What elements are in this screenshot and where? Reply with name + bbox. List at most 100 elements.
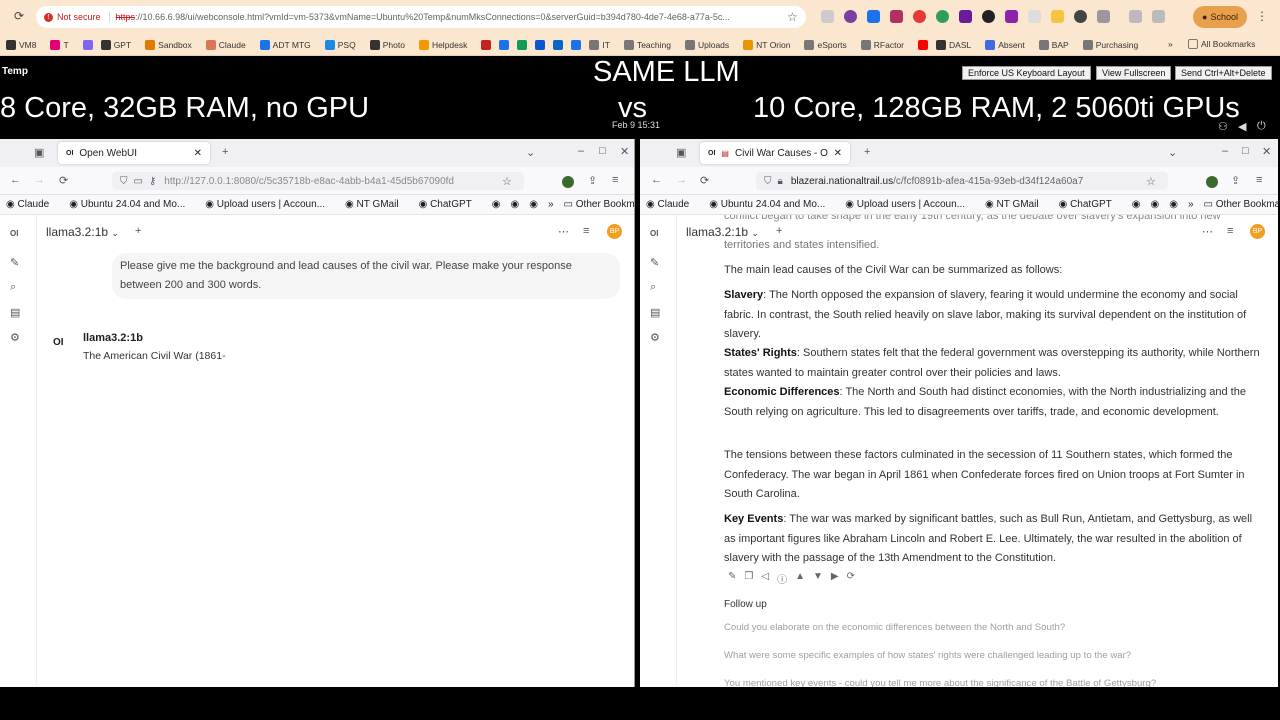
close-icon[interactable]: ✕ bbox=[834, 148, 842, 159]
bookmark-item[interactable] bbox=[499, 39, 510, 50]
globe-icon[interactable]: ◉ bbox=[1151, 199, 1160, 210]
bookmark-item[interactable]: ◉ Ubuntu 24.04 and Mo... bbox=[709, 199, 835, 210]
controls-icon[interactable]: ≡ bbox=[583, 225, 589, 237]
bookmark-item[interactable]: ◉ ChatGPT bbox=[1059, 199, 1122, 210]
back-icon[interactable]: ← bbox=[651, 174, 662, 186]
star-icon[interactable]: ☆ bbox=[1146, 175, 1156, 188]
new-tab-icon[interactable]: + bbox=[222, 146, 228, 158]
guest-clock[interactable]: Feb 9 15:31 bbox=[612, 120, 660, 130]
new-tab-icon[interactable]: + bbox=[864, 146, 870, 158]
model-selector[interactable]: llama3.2:1b ⌄ bbox=[46, 225, 119, 239]
thumbs-up-icon[interactable]: ▲ bbox=[795, 571, 805, 586]
follow-up-item[interactable]: You mentioned key events - could you tel… bbox=[724, 678, 1156, 687]
screenshot-icon[interactable] bbox=[1152, 10, 1165, 23]
bookmark-item[interactable]: Teaching bbox=[623, 39, 671, 50]
notes-icon[interactable]: ▤ bbox=[10, 306, 20, 319]
extension-icon[interactable] bbox=[913, 10, 926, 23]
extension-icon[interactable] bbox=[1028, 10, 1041, 23]
star-icon[interactable]: ☆ bbox=[502, 175, 512, 188]
workspace-icon[interactable]: ⚙ bbox=[650, 331, 660, 344]
copy-icon[interactable]: ❐ bbox=[744, 571, 753, 586]
bookmark-item[interactable]: ◉ ChatGPT bbox=[419, 199, 482, 210]
other-bookmarks[interactable]: ▭ Other Bookmarks bbox=[564, 199, 634, 210]
bookmark-item[interactable]: Purchasing bbox=[1082, 39, 1138, 50]
bookmark-item[interactable] bbox=[481, 39, 492, 50]
menu-icon[interactable]: ≡ bbox=[612, 174, 618, 186]
bookmark-item[interactable]: IT bbox=[589, 39, 610, 50]
read-aloud-icon[interactable]: ◁ bbox=[761, 571, 769, 586]
other-bookmarks[interactable]: ▭ Other Bookmarks bbox=[1204, 199, 1278, 210]
maximize-icon[interactable]: □ bbox=[1242, 145, 1249, 157]
bookmark-item[interactable]: PSQ bbox=[324, 39, 356, 50]
bookmark-item[interactable]: Claude bbox=[205, 39, 246, 50]
puzzle-icon[interactable] bbox=[1097, 10, 1110, 23]
new-chat-icon[interactable]: ✎ bbox=[10, 256, 19, 269]
bookmark-item[interactable]: ◉ Upload users | Accoun... bbox=[845, 199, 975, 210]
regenerate-icon[interactable]: ⟳ bbox=[847, 571, 855, 586]
chevron-down-icon[interactable]: ⌄ bbox=[1168, 146, 1177, 159]
extension-icon[interactable] bbox=[1051, 10, 1064, 23]
extension-icon[interactable] bbox=[1005, 10, 1018, 23]
notes-icon[interactable]: ▤ bbox=[650, 306, 660, 319]
extension-icon[interactable] bbox=[821, 10, 834, 23]
model-selector[interactable]: llama3.2:1b ⌄ bbox=[686, 225, 759, 239]
continue-icon[interactable]: ▶ bbox=[831, 571, 839, 586]
bookmark-item[interactable] bbox=[517, 39, 528, 50]
tab-list-icon[interactable]: ▣ bbox=[676, 146, 686, 159]
thumbs-down-icon[interactable]: ▼ bbox=[813, 571, 823, 586]
extension-icon[interactable] bbox=[936, 10, 949, 23]
bookmark-item[interactable]: Uploads bbox=[684, 39, 729, 50]
bookmark-item[interactable]: RFactor bbox=[860, 39, 904, 50]
bookmark-item[interactable]: ◉ Ubuntu 24.04 and Mo... bbox=[69, 199, 195, 210]
bookmark-item[interactable]: ◉ Claude bbox=[646, 199, 699, 210]
maximize-icon[interactable]: □ bbox=[599, 145, 606, 157]
bookmark-item[interactable] bbox=[918, 39, 929, 50]
power-icon[interactable]: ⏻ bbox=[1257, 120, 1266, 133]
bookmark-item[interactable]: DASL bbox=[936, 39, 971, 50]
bookmark-item[interactable]: GPT bbox=[100, 39, 131, 50]
bookmark-item[interactable]: Photo bbox=[369, 39, 405, 50]
search-icon[interactable]: ⌕ bbox=[650, 281, 656, 294]
globe-icon[interactable]: ◉ bbox=[1169, 199, 1178, 210]
extensions-icon[interactable]: ⇪ bbox=[588, 174, 597, 187]
bookmark-item[interactable]: eSports bbox=[804, 39, 847, 50]
add-model-icon[interactable]: + bbox=[135, 225, 141, 237]
bookmark-item[interactable]: Helpdesk bbox=[418, 39, 467, 50]
openwebui-logo-icon[interactable]: OI bbox=[650, 229, 658, 238]
globe-icon[interactable]: ◉ bbox=[529, 199, 538, 210]
forward-icon[interactable]: → bbox=[34, 174, 45, 186]
enforce-keyboard-button[interactable]: Enforce US Keyboard Layout bbox=[962, 66, 1091, 80]
globe-icon[interactable]: ◉ bbox=[511, 199, 520, 210]
minimize-icon[interactable]: – bbox=[578, 145, 584, 157]
address-bar[interactable]: ⛉ ▭ ⚷ http://127.0.0.1:8080/c/5c35718b-e8a… bbox=[112, 172, 524, 190]
reload-icon[interactable]: ⟳ bbox=[59, 174, 68, 187]
tab-open-webui[interactable]: OI Open WebUI ✕ bbox=[58, 142, 210, 164]
chevron-down-icon[interactable]: ⌄ bbox=[526, 146, 535, 159]
extension-icon[interactable] bbox=[1206, 176, 1218, 188]
star-icon[interactable]: ☆ bbox=[787, 10, 798, 24]
address-bar[interactable]: ⛉ 🔒︎ blazerai.nationaltrail.us/c/fcf0891b… bbox=[756, 172, 1168, 190]
profile-chip[interactable]: ● School bbox=[1193, 6, 1247, 28]
extension-icon[interactable] bbox=[982, 10, 995, 23]
workspace-icon[interactable]: ⚙ bbox=[10, 331, 20, 344]
reload-icon[interactable]: ⟳ bbox=[700, 174, 709, 187]
view-fullscreen-button[interactable]: View Fullscreen bbox=[1096, 66, 1172, 80]
forward-icon[interactable]: → bbox=[676, 174, 687, 186]
bookmark-item[interactable]: VM8 bbox=[6, 39, 36, 50]
bookmark-item[interactable]: ◉ NT GMail bbox=[985, 199, 1049, 210]
bookmark-item[interactable] bbox=[571, 39, 582, 50]
extension-icon[interactable] bbox=[1074, 10, 1087, 23]
bookmark-item[interactable] bbox=[553, 39, 564, 50]
tab-list-icon[interactable]: ▣ bbox=[34, 146, 44, 159]
extension-icon[interactable] bbox=[844, 10, 857, 23]
bookmark-item[interactable]: Sandbox bbox=[145, 39, 192, 50]
extension-icon[interactable] bbox=[959, 10, 972, 23]
extension-icon[interactable] bbox=[890, 10, 903, 23]
send-ctrl-alt-del-button[interactable]: Send Ctrl+Alt+Delete bbox=[1175, 66, 1272, 80]
back-icon[interactable]: ← bbox=[10, 174, 21, 186]
globe-icon[interactable]: ◉ bbox=[492, 199, 501, 210]
bookmark-item[interactable]: ADT MTG bbox=[259, 39, 311, 50]
extension-icon[interactable] bbox=[867, 10, 880, 23]
bookmark-item[interactable]: ◉ NT GMail bbox=[345, 199, 409, 210]
extensions-icon[interactable]: ⇪ bbox=[1231, 174, 1240, 187]
